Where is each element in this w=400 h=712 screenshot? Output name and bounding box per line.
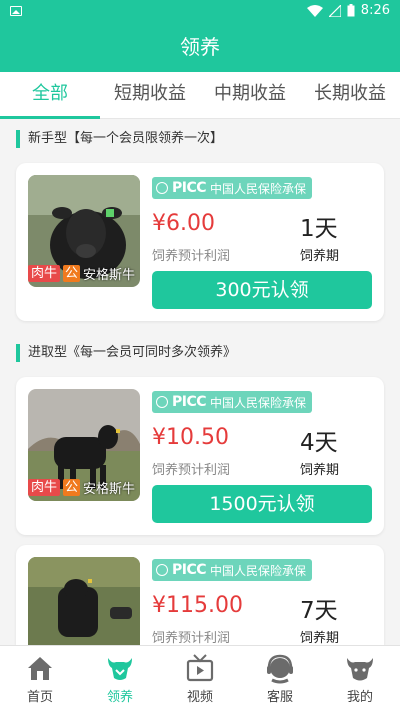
period-label: 饲养期 bbox=[300, 631, 340, 645]
nav-profile[interactable]: 我的 bbox=[320, 646, 400, 712]
picc-logo-icon bbox=[156, 396, 168, 408]
adopt-button[interactable]: 1500元认领 bbox=[152, 485, 372, 523]
insurance-brand: PICC bbox=[172, 562, 207, 578]
period-value: 1天 bbox=[300, 216, 338, 242]
profit-label: 饲养预计利润 bbox=[152, 463, 231, 478]
insurance-brand: PICC bbox=[172, 180, 207, 196]
tab-all[interactable]: 全部 bbox=[0, 72, 100, 119]
nav-label: 视频 bbox=[186, 690, 213, 705]
status-time: 8:26 bbox=[360, 3, 390, 18]
period-label: 饲养期 bbox=[300, 463, 340, 478]
insurance-badge: PICC 中国人民保险承保 bbox=[152, 177, 313, 199]
insurance-text: 中国人民保险承保 bbox=[210, 181, 307, 196]
profit-label: 饲养预计利润 bbox=[152, 249, 231, 264]
period-label: 饲养期 bbox=[300, 249, 340, 264]
breed-label: 安格斯牛 bbox=[83, 268, 136, 283]
breed-label: 安格斯牛 bbox=[83, 482, 136, 497]
nav-label: 我的 bbox=[346, 690, 373, 705]
tab-short-term[interactable]: 短期收益 bbox=[100, 72, 200, 118]
insurance-badge: PICC 中国人民保险承保 bbox=[152, 391, 313, 413]
profit-value: ¥6.00 bbox=[152, 211, 215, 236]
video-icon bbox=[186, 654, 214, 682]
period-value: 4天 bbox=[300, 430, 338, 456]
bottom-navigation: 首页 领养 视频 客服 我的 bbox=[0, 645, 400, 712]
picc-logo-icon bbox=[156, 564, 168, 576]
nav-video[interactable]: 视频 bbox=[160, 646, 240, 712]
battery-icon bbox=[347, 4, 355, 17]
section-title-beginner: 新手型【每一个会员限领养一次】 bbox=[16, 130, 223, 148]
signal-icon bbox=[328, 4, 341, 17]
nav-adopt[interactable]: 领养 bbox=[80, 646, 160, 712]
product-card: 肉牛 公 安格斯牛 PICC 中国人民保险承保 ¥6.00 饲养预计利润 1天 … bbox=[16, 163, 384, 321]
insurance-text: 中国人民保险承保 bbox=[210, 563, 307, 578]
tag-row: 肉牛 公 安格斯牛 bbox=[28, 264, 135, 283]
adopt-button[interactable]: 300元认领 bbox=[152, 271, 372, 309]
nav-home[interactable]: 首页 bbox=[0, 646, 80, 712]
insurance-text: 中国人民保险承保 bbox=[210, 395, 307, 410]
period-value: 7天 bbox=[300, 598, 338, 624]
profit-label: 饲养预计利润 bbox=[152, 631, 231, 645]
image-notification-icon bbox=[10, 6, 22, 16]
customer-service-icon bbox=[267, 654, 293, 684]
tab-mid-term[interactable]: 中期收益 bbox=[200, 72, 300, 118]
wifi-icon bbox=[306, 4, 323, 17]
insurance-badge: PICC 中国人民保险承保 bbox=[152, 559, 313, 581]
cow-photo: 肉牛 公 安格斯牛 bbox=[28, 389, 140, 501]
tag-row: 肉牛 公 安格斯牛 bbox=[28, 478, 135, 497]
tab-bar: 全部 短期收益 中期收益 长期收益 bbox=[0, 72, 400, 119]
gender-tag: 公 bbox=[63, 265, 81, 282]
nav-customer-service[interactable]: 客服 bbox=[240, 646, 320, 712]
profile-cow-icon bbox=[347, 658, 373, 681]
product-card: 肉牛 公 安格斯牛 PICC 中国人民保险承保 ¥10.50 饲养预计利润 4天… bbox=[16, 377, 384, 535]
profit-value: ¥10.50 bbox=[152, 425, 229, 450]
nav-label: 领养 bbox=[106, 690, 133, 705]
home-icon bbox=[28, 657, 52, 680]
tab-long-term[interactable]: 长期收益 bbox=[300, 72, 400, 118]
adopt-cow-icon bbox=[108, 658, 132, 680]
page-title: 领养 bbox=[0, 24, 400, 72]
cow-photo bbox=[28, 557, 140, 645]
insurance-brand: PICC bbox=[172, 394, 207, 410]
cow-image bbox=[28, 557, 140, 645]
nav-label: 首页 bbox=[26, 690, 53, 705]
section-title-advanced: 进取型《每一会员可同时多次领养》 bbox=[16, 344, 236, 362]
cow-photo: 肉牛 公 安格斯牛 bbox=[28, 175, 140, 287]
status-bar: 8:26 bbox=[0, 0, 400, 24]
profit-value: ¥115.00 bbox=[152, 593, 243, 618]
beef-tag: 肉牛 bbox=[28, 479, 61, 496]
gender-tag: 公 bbox=[63, 479, 81, 496]
beef-tag: 肉牛 bbox=[28, 265, 61, 282]
nav-label: 客服 bbox=[266, 690, 293, 705]
picc-logo-icon bbox=[156, 182, 168, 194]
product-card: PICC 中国人民保险承保 ¥115.00 饲养预计利润 7天 饲养期 bbox=[16, 545, 384, 645]
